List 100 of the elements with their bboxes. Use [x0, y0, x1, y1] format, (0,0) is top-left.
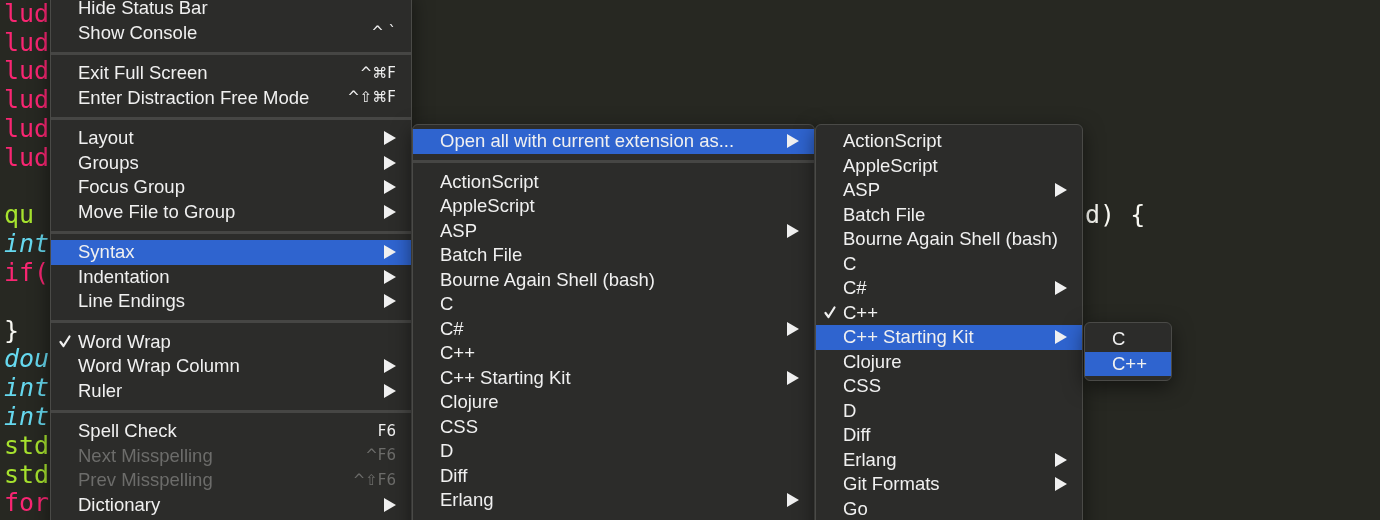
- code-text: int: [4, 373, 50, 403]
- menu-item[interactable]: AppleScript: [413, 194, 814, 219]
- menu-item-label: Line Endings: [78, 292, 185, 311]
- code-text: qu: [4, 200, 35, 230]
- menu-item-label: C++: [440, 344, 475, 363]
- submenu-arrow-icon: [1055, 330, 1067, 345]
- menu-item-label: Ruler: [78, 381, 123, 400]
- menu-item[interactable]: Bourne Again Shell (bash): [816, 227, 1082, 252]
- menu-item[interactable]: Word Wrap Column: [51, 354, 411, 379]
- menu-item[interactable]: Enter Distraction Free Mode ^⇧⌘F: [51, 85, 411, 110]
- menu-item[interactable]: CSS: [816, 374, 1082, 399]
- checkmark-icon: [823, 305, 837, 321]
- menu-item-label: Show Console: [78, 23, 198, 42]
- code-text: int: [4, 402, 50, 432]
- code-text: lud: [4, 114, 50, 144]
- menu-item-label: Exit Full Screen: [78, 64, 208, 83]
- menu-item[interactable]: C++: [1085, 351, 1171, 376]
- menu-item[interactable]: Show Console ^ `: [51, 20, 411, 45]
- menu-item-label: Go: [843, 499, 868, 518]
- menu-item[interactable]: Layout: [51, 126, 411, 151]
- menu-item-label: Next Misspelling: [78, 446, 213, 465]
- menu-item-label: ActionScript: [843, 132, 942, 151]
- menu-item[interactable]: Move File to Group: [51, 199, 411, 224]
- code-text: lud: [4, 27, 50, 57]
- menu-item[interactable]: Dictionary: [51, 492, 411, 517]
- menu-item-label: Batch File: [440, 246, 523, 265]
- menu-item[interactable]: Focus Group: [51, 175, 411, 200]
- menu-item[interactable]: C: [816, 251, 1082, 276]
- menu-item-label: Spell Check: [78, 422, 177, 441]
- menu-item[interactable]: Ruler: [51, 378, 411, 403]
- menu-item-label: AppleScript: [843, 156, 938, 175]
- menu-item[interactable]: ActionScript: [413, 169, 814, 194]
- menu-item[interactable]: C: [413, 292, 814, 317]
- menu-item[interactable]: Clojure: [413, 390, 814, 415]
- menu-item-label: Erlang: [843, 450, 897, 469]
- menu-item[interactable]: C++: [816, 300, 1082, 325]
- menu-item[interactable]: D: [816, 398, 1082, 423]
- code-text: std: [4, 430, 50, 460]
- menu-item-label: Move File to Group: [78, 202, 236, 221]
- submenu-arrow-icon: [384, 497, 396, 512]
- menu-item[interactable]: C++ Starting Kit: [413, 365, 814, 390]
- menu-item[interactable]: C: [1085, 327, 1171, 352]
- menu-item[interactable]: ASP: [816, 178, 1082, 203]
- menu-item[interactable]: Batch File: [816, 202, 1082, 227]
- menu-item[interactable]: Hide Status Bar: [51, 0, 411, 21]
- menu-item-label: Layout: [78, 129, 134, 148]
- menu-item-label: C#: [843, 279, 867, 298]
- menu-item-label: Diff: [440, 466, 468, 485]
- checkmark-icon: [58, 334, 72, 350]
- menu-item[interactable]: C++ Starting Kit: [816, 325, 1082, 350]
- menu-item-label: ActionScript: [440, 172, 539, 191]
- menu-item-label: CSS: [440, 417, 479, 436]
- menu-item[interactable]: Git Formats: [816, 472, 1082, 497]
- menu-item[interactable]: Diff: [816, 423, 1082, 448]
- menu-item[interactable]: Erlang: [413, 488, 814, 513]
- submenu-arrow-icon: [384, 155, 396, 170]
- menu-item[interactable]: Groups: [51, 150, 411, 175]
- menu-item[interactable]: AppleScript: [816, 153, 1082, 178]
- submenu-arrow-icon: [1055, 183, 1067, 198]
- menu-item-label: Word Wrap Column: [78, 357, 240, 376]
- code-text: if(: [4, 258, 50, 288]
- menu-item[interactable]: C++: [413, 341, 814, 366]
- menu-item[interactable]: Diff: [413, 463, 814, 488]
- menu-item-label: CSS: [843, 377, 882, 396]
- submenu-arrow-icon: [384, 383, 396, 398]
- menu-item[interactable]: Exit Full Screen ^⌘F: [51, 61, 411, 86]
- menu-item[interactable]: Bourne Again Shell (bash): [413, 267, 814, 292]
- menu-item[interactable]: ActionScript: [816, 129, 1082, 154]
- menu-item-label: Prev Misspelling: [78, 471, 213, 490]
- shortcut-label: ^⇧⌘F: [347, 90, 396, 106]
- menu-item[interactable]: Batch File: [413, 243, 814, 268]
- submenu-arrow-icon: [384, 359, 396, 374]
- menu-item[interactable]: C#: [413, 316, 814, 341]
- menu-item[interactable]: Go: [816, 496, 1082, 520]
- menu-item-label: D: [843, 401, 857, 420]
- code-text: int: [4, 229, 50, 259]
- submenu-arrow-icon: [384, 131, 396, 146]
- menu-item[interactable]: Syntax: [51, 240, 411, 265]
- menu-item[interactable]: ASP: [413, 218, 814, 243]
- submenu-arrow-icon: [787, 493, 799, 508]
- menu-item-label: Git Formats: [843, 475, 940, 494]
- menu-item-label: C++ Starting Kit: [843, 328, 974, 347]
- menu-item-label: AppleScript: [440, 197, 535, 216]
- code-text: }: [4, 315, 20, 345]
- menu-item[interactable]: Erlang: [816, 447, 1082, 472]
- menu-item[interactable]: Word Wrap: [51, 329, 411, 354]
- menu-item[interactable]: D: [413, 439, 814, 464]
- menu-item[interactable]: Clojure: [816, 349, 1082, 374]
- menu-item-label: C++: [1112, 354, 1147, 373]
- menu-item[interactable]: CSS: [413, 414, 814, 439]
- menu-item[interactable]: C#: [816, 276, 1082, 301]
- menu-item[interactable]: Indentation: [51, 264, 411, 289]
- menu-item-label: ASP: [843, 181, 881, 200]
- menu-item[interactable]: Line Endings: [51, 289, 411, 314]
- menu-item-label: Focus Group: [78, 178, 185, 197]
- menu-item[interactable]: Open all with current extension as...: [413, 129, 814, 154]
- shortcut-label: ^⌘F: [359, 65, 396, 81]
- menu-item-label: Groups: [78, 153, 139, 172]
- code-text: lud: [4, 56, 50, 86]
- menu-item[interactable]: Spell Check F6: [51, 419, 411, 444]
